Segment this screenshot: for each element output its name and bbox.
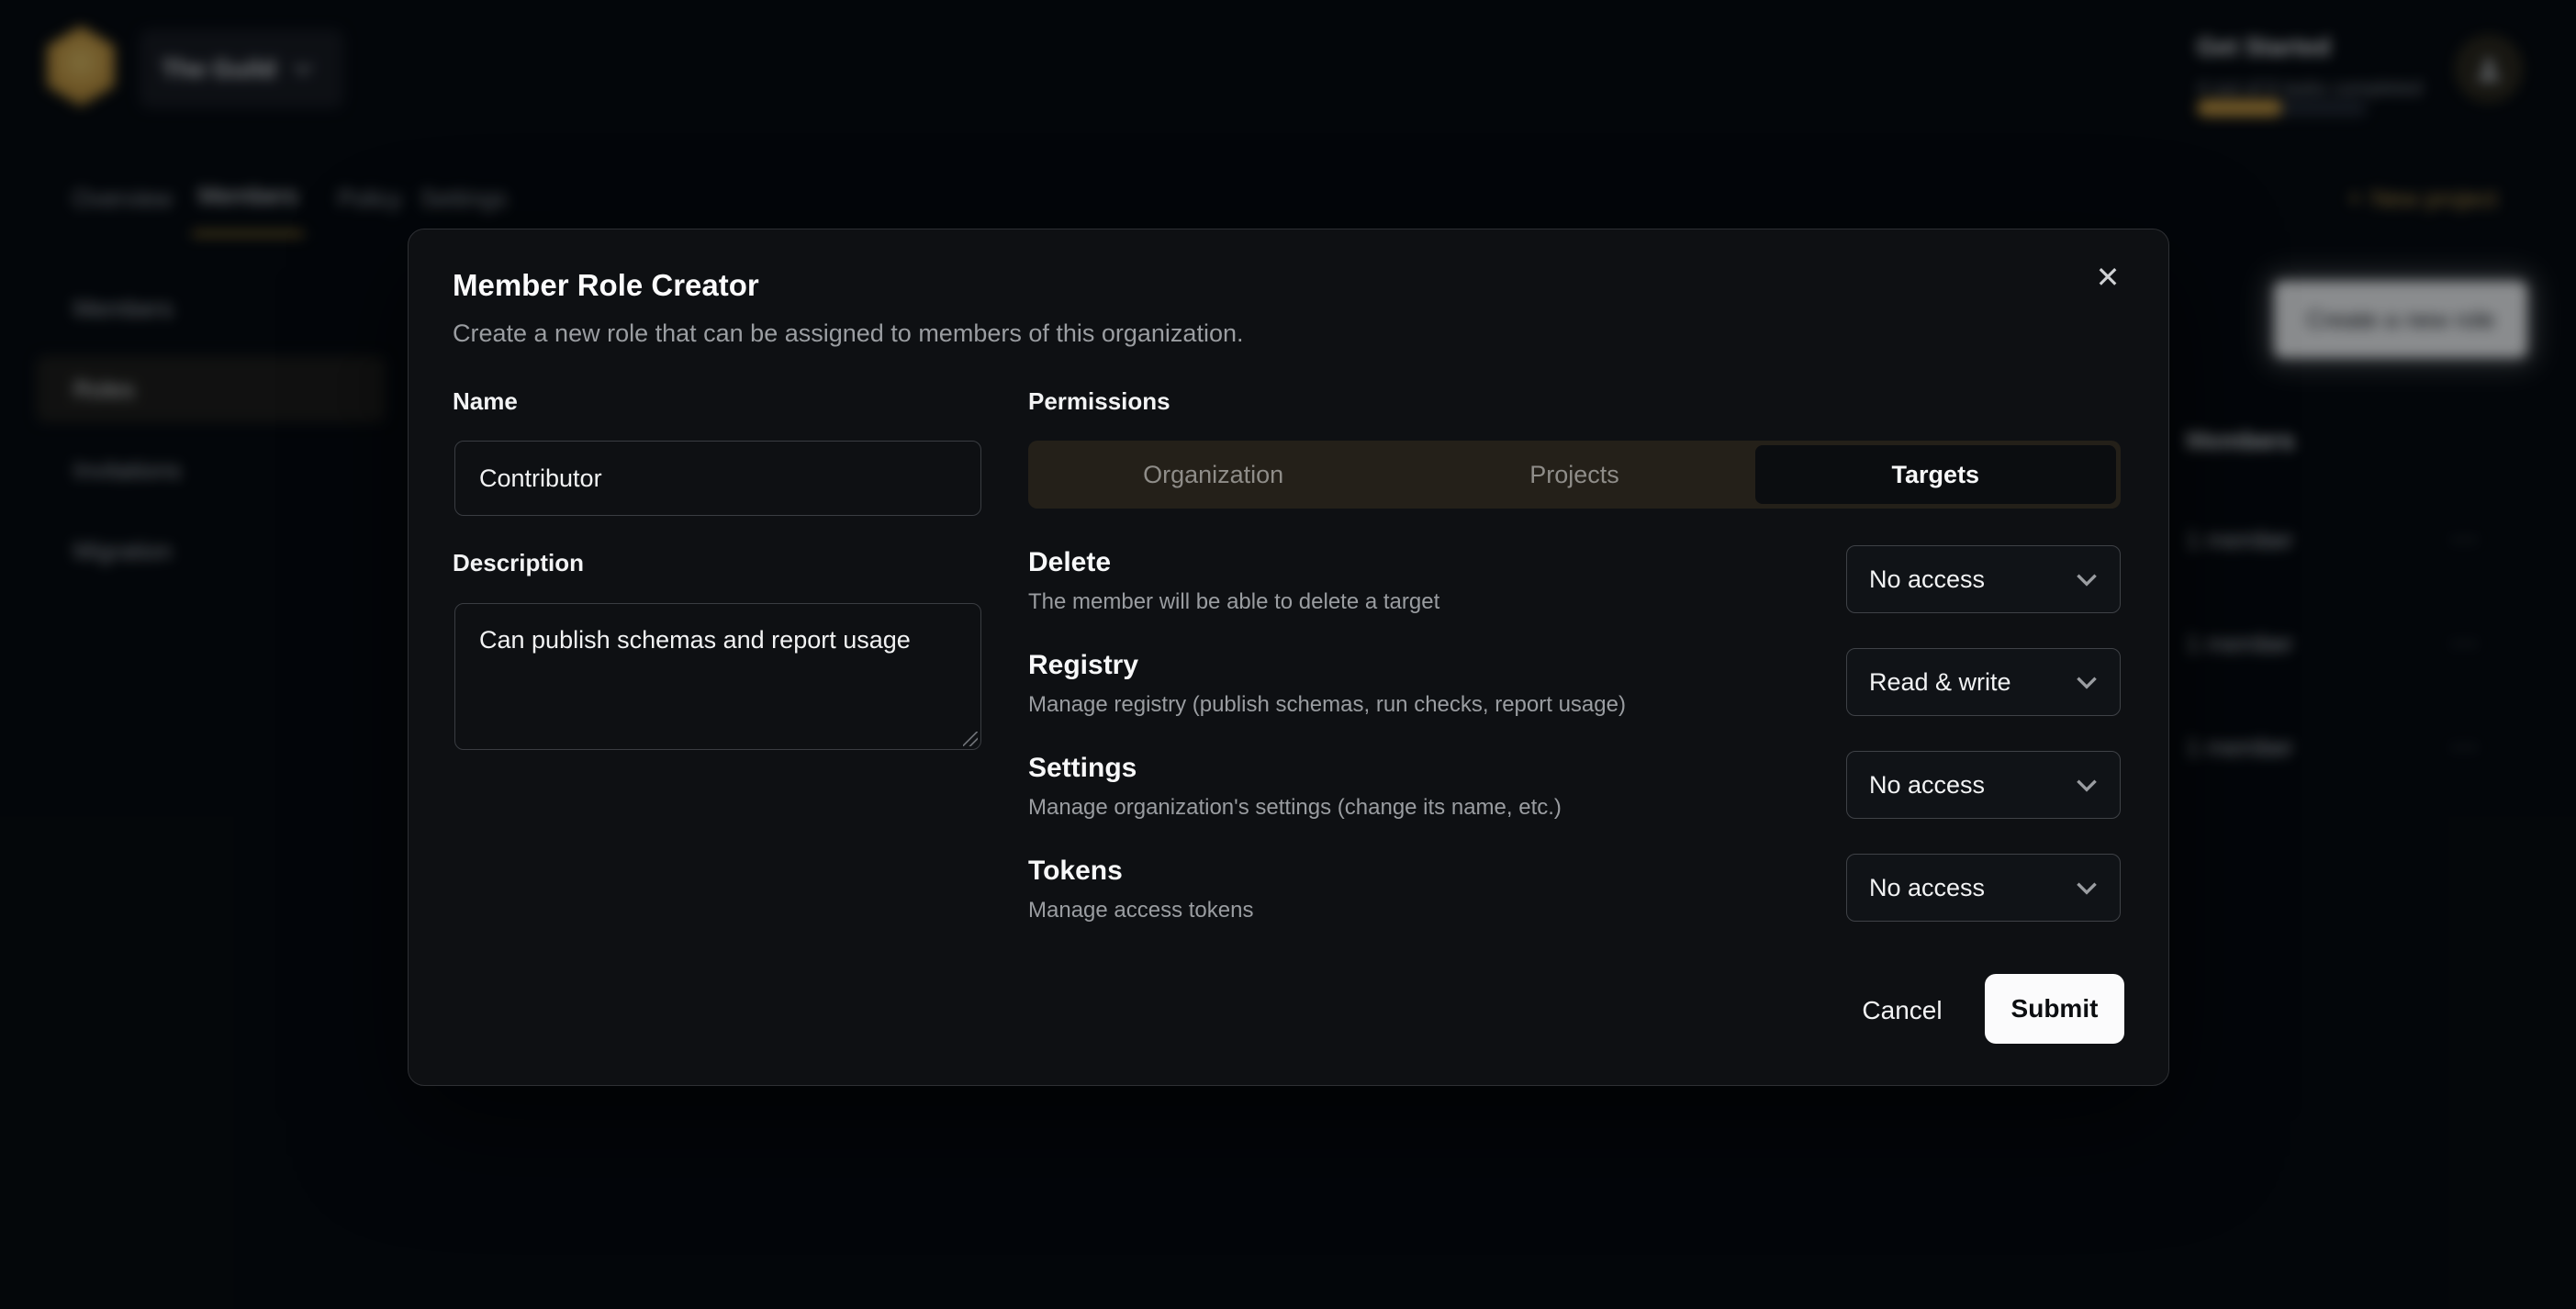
permissions-label: Permissions: [1028, 387, 1170, 416]
scope-tab-projects[interactable]: Projects: [1394, 445, 1754, 504]
settings-access-select[interactable]: No access: [1846, 751, 2121, 819]
select-value: Read & write: [1869, 668, 2011, 697]
submit-button[interactable]: Submit: [1985, 974, 2124, 1044]
modal-title: Member Role Creator: [453, 268, 759, 303]
chevron-down-icon: [2076, 573, 2098, 587]
select-value: No access: [1869, 874, 1985, 902]
app-root: The Guild Get Started 4 out of 8 tasks c…: [0, 0, 2576, 1309]
tokens-access-select[interactable]: No access: [1846, 854, 2121, 922]
textarea-resize-handle-icon[interactable]: [963, 732, 978, 746]
registry-access-select[interactable]: Read & write: [1846, 648, 2121, 716]
cancel-button[interactable]: Cancel: [1852, 979, 1953, 1043]
close-icon[interactable]: ✕: [2088, 257, 2128, 297]
permission-row-settings: Settings Manage organization's settings …: [1028, 753, 2121, 821]
chevron-down-icon: [2076, 881, 2098, 895]
scope-tab-targets[interactable]: Targets: [1755, 445, 2116, 504]
permission-row-delete: Delete The member will be able to delete…: [1028, 547, 2121, 615]
description-label: Description: [453, 549, 584, 577]
scope-tab-organization[interactable]: Organization: [1033, 445, 1394, 504]
modal-subtitle: Create a new role that can be assigned t…: [453, 319, 1243, 348]
member-role-creator-modal: ✕ Member Role Creator Create a new role …: [408, 229, 2169, 1086]
role-name-input[interactable]: [454, 441, 981, 516]
permissions-scope-tabs: Organization Projects Targets: [1028, 441, 2121, 509]
delete-access-select[interactable]: No access: [1846, 545, 2121, 613]
chevron-down-icon: [2076, 676, 2098, 689]
name-label: Name: [453, 387, 518, 416]
permission-row-registry: Registry Manage registry (publish schema…: [1028, 650, 2121, 718]
chevron-down-icon: [2076, 778, 2098, 792]
select-value: No access: [1869, 771, 1985, 800]
permission-row-tokens: Tokens Manage access tokens No access: [1028, 856, 2121, 923]
role-description-textarea[interactable]: Can publish schemas and report usage: [454, 603, 981, 750]
select-value: No access: [1869, 565, 1985, 594]
